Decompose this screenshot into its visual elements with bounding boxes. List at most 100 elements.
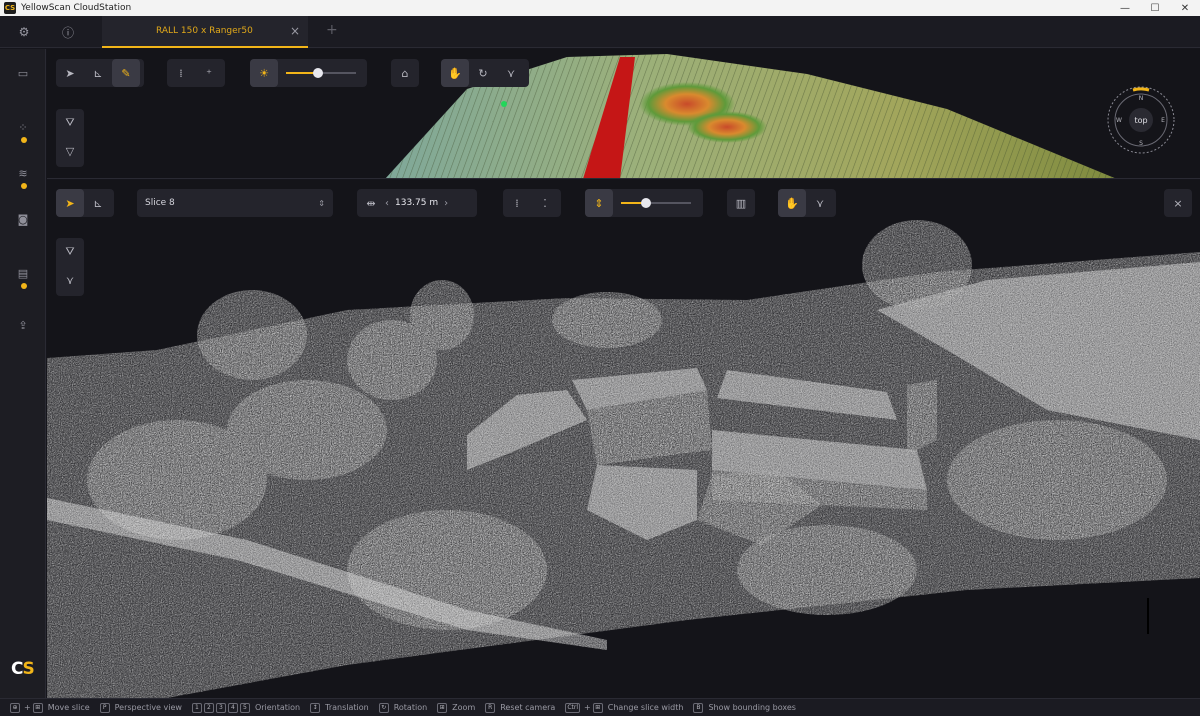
folder-icon[interactable]: ▭ bbox=[15, 65, 31, 81]
view-compass[interactable]: top N E S W bbox=[1105, 84, 1177, 156]
shortcut-hint: B Show bounding boxes bbox=[693, 702, 796, 713]
axis-icon[interactable]: ⋎ bbox=[806, 189, 834, 217]
slice-select-value: Slice 8 bbox=[145, 198, 175, 208]
position-marker[interactable] bbox=[501, 101, 507, 107]
close-slice-button[interactable]: × bbox=[1164, 189, 1192, 217]
shortcut-key: ⊞ bbox=[437, 702, 448, 713]
top-view-panel[interactable]: ➤ ⊾ ✎ ⁞ ⁺ ☀ ⌂ ✋ ↻ ⋎ ⛛ ▽ top N E S W bbox=[47, 49, 1200, 179]
compass-label: top bbox=[1134, 116, 1147, 125]
measure-icon[interactable]: ⊾ bbox=[84, 59, 112, 87]
point-size-icon[interactable]: ⁞ bbox=[167, 59, 195, 87]
slice-nav-toolbar: ➤ ⊾ bbox=[56, 189, 114, 217]
shortcut-hint: ⊞ Zoom bbox=[437, 702, 476, 713]
add-tab-button[interactable]: + bbox=[326, 22, 338, 38]
pan-icon[interactable]: ✋ bbox=[778, 189, 806, 217]
shortcut-status-bar: ⊕ + ⊞ Move slice P Perspective view 1 2 3 4 5 Orien… bbox=[0, 698, 1200, 716]
filter-icon[interactable]: ▽ bbox=[56, 137, 84, 165]
shortcut-hint: ↕ Translation bbox=[310, 702, 369, 713]
tab-bar: ⚙ ⓘ RALL 150 x Ranger50 × + bbox=[0, 16, 1200, 48]
close-slice-toolbar: × bbox=[1164, 189, 1192, 217]
shortcut-key: 3 bbox=[215, 702, 226, 713]
close-icon[interactable]: ✕ bbox=[1170, 0, 1200, 16]
shortcut-key: ⊕ bbox=[10, 702, 20, 713]
shortcut-key: + bbox=[584, 703, 591, 712]
compass-east: E bbox=[1161, 117, 1165, 124]
navigate-icon[interactable]: ➤ bbox=[56, 189, 84, 217]
tab-close-icon[interactable]: × bbox=[290, 24, 300, 38]
shortcut-key: Ctrl bbox=[565, 702, 581, 713]
axis-icon[interactable]: ⋎ bbox=[497, 59, 525, 87]
shortcut-key: P bbox=[99, 702, 110, 713]
compass-south: S bbox=[1139, 140, 1143, 147]
report-icon[interactable]: ▤ bbox=[15, 265, 31, 281]
point-cloud-render[interactable] bbox=[47, 180, 1200, 698]
shortcut-key: 5 bbox=[239, 702, 250, 713]
layers-icon[interactable]: ≋ bbox=[15, 165, 31, 181]
point-cloud-icon[interactable]: ⁘ bbox=[15, 119, 31, 135]
navigation-toolbar: ➤ ⊾ ✎ bbox=[56, 59, 144, 87]
light-slider[interactable] bbox=[286, 59, 356, 87]
camera-icon[interactable]: ◙ bbox=[15, 211, 31, 227]
maximize-icon[interactable]: ☐ bbox=[1140, 0, 1170, 16]
layout-icon[interactable]: ▥ bbox=[727, 189, 755, 217]
minimize-icon[interactable]: — bbox=[1110, 0, 1140, 16]
shortcut-hint: ↻ Rotation bbox=[378, 702, 428, 713]
navigate-icon[interactable]: ➤ bbox=[56, 59, 84, 87]
compass-north: N bbox=[1139, 95, 1144, 102]
light-icon[interactable]: ☀ bbox=[250, 59, 278, 87]
shortcut-label: Change slice width bbox=[607, 703, 684, 712]
title-bar: CS YellowScan CloudStation — ☐ ✕ bbox=[0, 0, 1200, 16]
width-icon[interactable]: ⇹ bbox=[357, 189, 385, 217]
shortcut-key: ↕ bbox=[310, 702, 321, 713]
shortcut-key: ⊞ bbox=[592, 702, 603, 713]
shortcut-key: B bbox=[693, 702, 704, 713]
slice-width-value[interactable]: 133.75 m bbox=[389, 198, 444, 208]
shortcut-label: Orientation bbox=[254, 703, 301, 712]
light-icon[interactable]: ⇕ bbox=[585, 189, 613, 217]
terrain-hill bbox=[687, 111, 767, 143]
info-icon[interactable]: ⓘ bbox=[60, 24, 76, 40]
gear-icon[interactable]: ⚙ bbox=[16, 24, 32, 40]
shortcut-label: Rotation bbox=[393, 703, 428, 712]
paint-bucket-icon[interactable]: ⛛ bbox=[56, 238, 84, 266]
shortcut-hint: ⊕ + ⊞ Move slice bbox=[10, 702, 90, 713]
compass-west: W bbox=[1116, 117, 1122, 124]
shortcut-hint: 1 2 3 4 5 Orientation bbox=[191, 702, 301, 713]
slice-width-control: ⇹ ‹ 133.75 m › bbox=[357, 189, 477, 217]
chevron-updown-icon: ⇕ bbox=[318, 198, 325, 208]
brand-logo: CS bbox=[11, 659, 35, 679]
main-slice-view[interactable]: ➤ ⊾ Slice 8 ⇕ ⇹ ‹ 133.75 m › ⁞ ⁚ ⇕ ▥ ✋ ⋎… bbox=[47, 180, 1200, 698]
increase-width-icon[interactable]: › bbox=[444, 198, 448, 209]
tab-project[interactable]: RALL 150 x Ranger50 × bbox=[102, 16, 308, 48]
axis-filter-icon[interactable]: ⋎ bbox=[56, 266, 84, 294]
slice-select[interactable]: Slice 8 ⇕ bbox=[137, 189, 333, 217]
point-size-plus-icon[interactable]: ⁺ bbox=[195, 59, 223, 87]
status-badge bbox=[21, 137, 27, 143]
light-slider[interactable] bbox=[621, 189, 691, 217]
layout-toolbar: ▥ bbox=[727, 189, 755, 217]
shortcut-label: Zoom bbox=[452, 703, 476, 712]
shortcut-key: 2 bbox=[203, 702, 214, 713]
camera-mode-toolbar: ✋ ↻ ⋎ bbox=[441, 59, 529, 87]
lighting-toolbar: ☀ bbox=[250, 59, 367, 87]
dome-toolbar: ⌂ bbox=[391, 59, 419, 87]
shortcut-hint: Ctrl + ⊞ Change slice width bbox=[565, 702, 684, 713]
point-size-toolbar: ⁞ ⁚ bbox=[503, 189, 561, 217]
export-icon[interactable]: ⇪ bbox=[15, 317, 31, 333]
pan-icon[interactable]: ✋ bbox=[441, 59, 469, 87]
rotate-icon[interactable]: ↻ bbox=[469, 59, 497, 87]
point-size-icon[interactable]: ⁞ bbox=[503, 189, 531, 217]
measure-icon[interactable]: ⊾ bbox=[84, 189, 112, 217]
status-badge bbox=[21, 283, 27, 289]
status-badge bbox=[21, 183, 27, 189]
point-size-small-icon[interactable]: ⁚ bbox=[531, 189, 559, 217]
shortcut-label: Perspective view bbox=[114, 703, 182, 712]
shortcut-label: Reset camera bbox=[500, 703, 556, 712]
sidebar: ▭ ⁘ ≋ ◙ ▤ ⇪ CS bbox=[0, 49, 46, 698]
point-size-toolbar: ⁞ ⁺ bbox=[167, 59, 225, 87]
paint-bucket-icon[interactable]: ⛛ bbox=[56, 109, 84, 137]
text-cursor bbox=[1147, 598, 1149, 634]
dome-icon[interactable]: ⌂ bbox=[391, 59, 419, 87]
shortcut-hint: P Perspective view bbox=[99, 702, 182, 713]
picker-icon[interactable]: ✎ bbox=[112, 59, 140, 87]
